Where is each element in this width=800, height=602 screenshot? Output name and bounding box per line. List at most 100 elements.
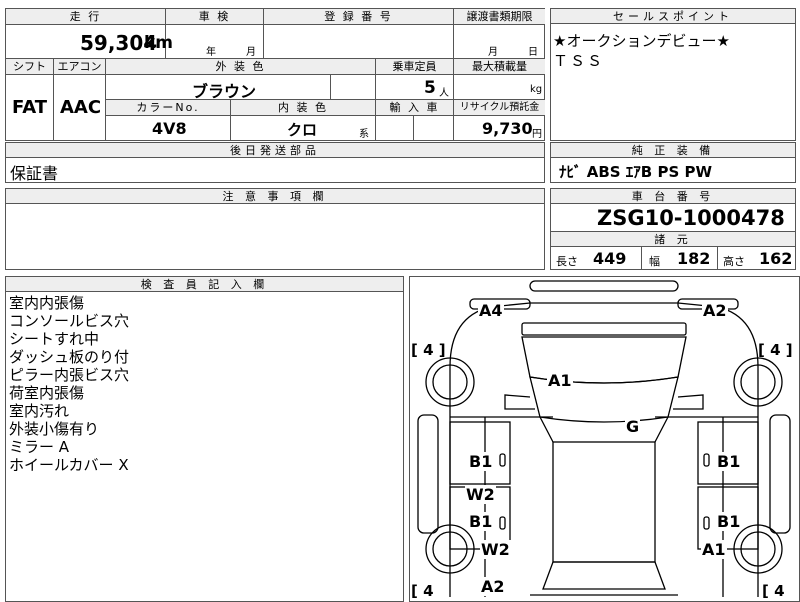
damage-right-door-front: B1 [716, 452, 742, 471]
damage-left-door-front: B1 [468, 452, 494, 471]
chassis-label: 車 台 番 号 [551, 189, 795, 204]
genuine-equipment-block: 純 正 装 備 ﾅﾋﾞ ABS ｴｱB PS PW [550, 142, 796, 183]
sales-point-1: ★オークションデビュー★ [553, 32, 730, 50]
registration-cell [264, 25, 454, 59]
inspector-note: ピラー内張ビス穴 [9, 366, 130, 384]
vehicle-info-block: 走 行 車 検 登 録 番 号 譲渡書類期限 59,304 km 年 月 月 日… [5, 8, 545, 141]
shift-cell: FAT [6, 75, 54, 141]
damage-right-rear-a: A1 [701, 540, 727, 559]
tyre-rear-left: [ 4 [411, 582, 434, 600]
recycle-value: 9,730 [482, 119, 533, 138]
inspection-label: 車 検 [166, 9, 264, 25]
exterior-color-label: 外 装 色 [106, 59, 376, 75]
mileage-cell: 59,304 km [6, 25, 173, 59]
import-cell-b [414, 116, 454, 141]
import-label: 輸 入 車 [376, 100, 454, 116]
damage-roof: G [625, 417, 641, 436]
chassis-value: ZSG10-1000478 [597, 206, 785, 230]
length-label: 長さ [556, 255, 578, 268]
transfer-deadline-cell: 月 日 [454, 25, 545, 59]
width-label: 幅 [649, 255, 660, 268]
inspector-note: シートすれ中 [9, 330, 100, 348]
inspector-note: コンソールビス穴 [9, 312, 130, 330]
damage-right-door-rear: B1 [716, 512, 742, 531]
capacity-cell: 5 人 [376, 75, 454, 100]
max-load-unit: kg [530, 84, 543, 95]
genuine-equipment-value: ﾅﾋﾞ ABS ｴｱB PS PW [559, 163, 713, 181]
tyre-rear-right: [ 4 [762, 582, 785, 600]
interior-color-suffix: 系 [359, 129, 369, 140]
width-value: 182 [677, 249, 711, 268]
color-no-value: 4V8 [152, 119, 187, 138]
interior-color-cell: クロ 系 [231, 116, 376, 141]
max-load-label: 最大積載量 [454, 59, 545, 75]
shift-label: シフト [6, 59, 54, 75]
sales-point-block: セールスポイント ★オークションデビュー★ ＴＳＳ [550, 8, 796, 141]
genuine-equipment-label: 純 正 装 備 [551, 143, 795, 158]
damage-front-right: A2 [702, 301, 728, 320]
specs-divider-2 [717, 247, 718, 269]
capacity-label: 乗車定員 [376, 59, 454, 75]
inspector-note: ホイールカバー X [9, 456, 129, 474]
exterior-color-value: ブラウン [192, 82, 257, 101]
length-value: 449 [593, 249, 627, 268]
mileage-label: 走 行 [6, 9, 166, 25]
recycle-unit: 円 [532, 129, 542, 140]
height-value: 162 [759, 249, 793, 268]
registration-label: 登 録 番 号 [264, 9, 454, 25]
color-no-label: カラーNo. [106, 100, 231, 116]
import-cell-a [376, 116, 414, 141]
inspection-month: 月 [246, 47, 256, 58]
later-parts-label: 後日発送部品 [6, 143, 544, 158]
aircon-label: エアコン [54, 59, 106, 75]
specs-divider-1 [641, 247, 642, 269]
notes-block: 注 意 事 項 欄 [5, 188, 545, 270]
sales-point-label: セールスポイント [551, 9, 795, 24]
exterior-color-cell: ブラウン [106, 75, 331, 101]
specs-row: 長さ 449 幅 182 高さ 162 [551, 247, 795, 269]
height-label: 高さ [723, 255, 745, 268]
inspection-year: 年 [206, 47, 216, 58]
inspector-notes-block: 検 査 員 記 入 欄 室内内張傷 コンソールビス穴 シートすれ中 ダッシュ板の… [5, 276, 404, 602]
inspector-note: 室内汚れ [9, 402, 70, 420]
aircon-value: AAC [60, 97, 102, 118]
damage-left-rear-w2: W2 [480, 540, 511, 559]
capacity-value: 5 [424, 78, 436, 98]
aircon-cell: AAC [54, 75, 106, 141]
inspector-note: ダッシュ板のり付 [9, 348, 130, 366]
inspection-cell: 年 月 [166, 25, 264, 59]
transfer-deadline-label: 譲渡書類期限 [454, 9, 545, 25]
damage-rear-center: A2 [480, 577, 506, 596]
sales-point-2: ＴＳＳ [553, 52, 605, 70]
recycle-label: リサイクル預託金 [454, 100, 545, 116]
later-parts-value: 保証書 [10, 164, 59, 183]
transfer-day: 日 [528, 47, 538, 58]
damage-hood: A1 [547, 371, 573, 390]
shift-value: FAT [12, 97, 48, 118]
damage-front-left: A4 [478, 301, 504, 320]
specs-label: 諸 元 [551, 231, 795, 247]
inspector-notes-list: 室内内張傷 コンソールビス穴 シートすれ中 ダッシュ板のり付 ピラー内張ビス穴 … [9, 294, 129, 474]
tyre-front-left: [ 4 ] [411, 341, 446, 359]
car-diagram-block: A4 A2 A1 G B1 B1 W2 B1 B1 W2 A1 A2 [ 4 ]… [409, 276, 800, 602]
damage-left-door-rear: B1 [468, 512, 494, 531]
interior-color-label: 内 装 色 [231, 100, 376, 116]
recycle-cell: 9,730 円 [454, 116, 545, 141]
color-no-cell: 4V8 [106, 116, 231, 141]
inspector-note: 荷室内張傷 [9, 384, 85, 402]
chassis-block: 車 台 番 号 ZSG10-1000478 諸 元 長さ 449 幅 182 高… [550, 188, 796, 270]
car-diagram [417, 280, 791, 597]
transfer-month: 月 [488, 47, 498, 58]
later-parts-block: 後日発送部品 保証書 [5, 142, 545, 183]
inspector-notes-label: 検 査 員 記 入 欄 [6, 277, 403, 292]
tyre-front-right: [ 4 ] [758, 341, 793, 359]
inspector-note: ミラー A [9, 438, 70, 456]
max-load-cell: kg [454, 75, 545, 100]
inspector-note: 室内内張傷 [9, 294, 85, 312]
notes-label: 注 意 事 項 欄 [6, 189, 544, 204]
damage-left-rear-w: W2 [465, 485, 496, 504]
interior-color-value: クロ [287, 121, 318, 139]
capacity-unit: 人 [439, 88, 449, 99]
exterior-color-extra [331, 75, 376, 100]
inspector-note: 外装小傷有り [9, 420, 100, 438]
